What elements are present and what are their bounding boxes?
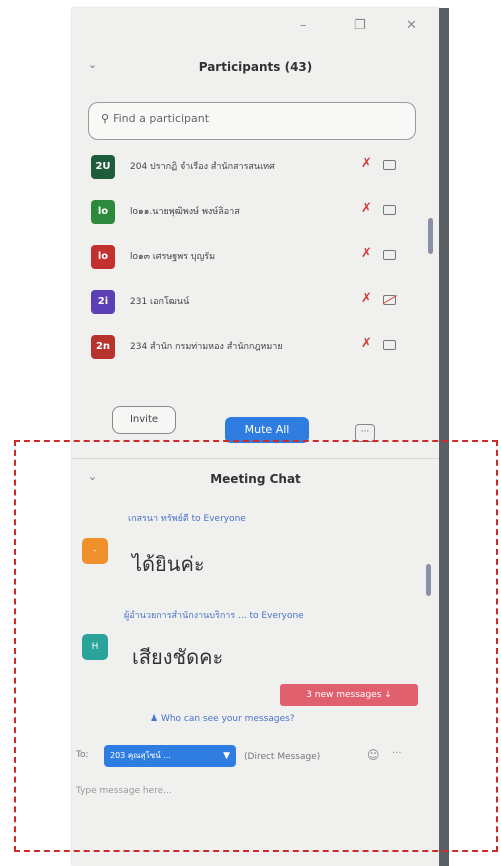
participant-name: lo๑๓ เศรษฐพร บุญรัม xyxy=(130,252,216,262)
chevron-down-icon: ▼ xyxy=(223,751,230,761)
chat-message-text: เสียงชัดคะ xyxy=(132,645,224,669)
avatar: lo xyxy=(91,200,115,224)
avatar: H xyxy=(82,634,108,660)
participant-name: 204 ปรากฏิ จำเรือง สำนักสารสนเทศ xyxy=(130,162,275,172)
chat-input[interactable]: Type message here... xyxy=(76,786,172,796)
participant-row[interactable]: 2n 234 สำนัก กรมท่ามหอง สำนักกฎหมาย ✗ xyxy=(88,328,423,373)
participant-search-input[interactable]: ⚲ Find a participant xyxy=(88,102,416,140)
search-icon: ⚲ xyxy=(101,112,110,125)
who-can-see-label: Who can see your messages? xyxy=(160,714,295,724)
chat-scrollbar[interactable] xyxy=(426,564,431,596)
maximize-icon[interactable]: ❐ xyxy=(354,18,366,33)
chat-sender: เกสรนา ทรัพย์ดี to Everyone xyxy=(128,511,246,525)
window-edge xyxy=(439,8,449,866)
participant-name: 234 สำนัก กรมท่ามหอง สำนักกฎหมาย xyxy=(130,342,283,352)
video-icon[interactable] xyxy=(383,340,396,350)
sender-name: เกสรนา ทรัพย์ดี xyxy=(128,514,189,524)
to-label: To: xyxy=(76,750,89,760)
mute-all-button[interactable]: Mute All xyxy=(225,417,309,443)
mic-muted-icon[interactable]: ✗ xyxy=(361,156,372,171)
recipient-scope: to Everyone xyxy=(191,514,246,524)
participant-row[interactable]: 2U 204 ปรากฏิ จำเรือง สำนักสารสนเทศ ✗ xyxy=(88,148,423,193)
emoji-icon[interactable]: ☺ xyxy=(367,748,380,762)
avatar: 2i xyxy=(91,290,115,314)
participant-list: 2U 204 ปรากฏิ จำเรือง สำนักสารสนเทศ ✗ lo… xyxy=(88,148,423,373)
participants-title: Participants (43) xyxy=(198,60,313,74)
participants-scrollbar[interactable] xyxy=(428,218,433,254)
chat-message-text: ได้ยินค่ะ xyxy=(132,552,205,576)
participant-search-placeholder: Find a participant xyxy=(113,112,210,125)
who-can-see-link[interactable]: ♟ Who can see your messages? xyxy=(150,714,295,724)
mic-muted-icon[interactable]: ✗ xyxy=(361,246,372,261)
title-bar: – ❐ ✕ xyxy=(72,8,439,48)
people-icon: ♟ xyxy=(150,714,159,724)
invite-button[interactable]: Invite xyxy=(112,406,176,434)
video-icon[interactable] xyxy=(383,250,396,260)
close-icon[interactable]: ✕ xyxy=(406,18,417,33)
more-icon[interactable]: ··· xyxy=(392,748,402,759)
panel-divider xyxy=(72,458,439,459)
video-off-icon[interactable] xyxy=(383,295,396,305)
minimize-icon[interactable]: – xyxy=(300,18,307,33)
recipient-scope: to Everyone xyxy=(249,611,304,621)
mic-muted-icon[interactable]: ✗ xyxy=(361,336,372,351)
chat-title: Meeting Chat xyxy=(210,472,301,486)
avatar: 2n xyxy=(91,335,115,359)
avatar: lo xyxy=(91,245,115,269)
participant-row[interactable]: lo lo๑๑.นายพุฒิพงษ์ พงษ์ลิอาส ✗ xyxy=(88,193,423,238)
mic-muted-icon[interactable]: ✗ xyxy=(361,201,372,216)
sender-name: ผู้อำนวยการสำนักงานบริการ ... xyxy=(124,611,247,621)
new-messages-button[interactable]: 3 new messages ↓ xyxy=(280,684,418,706)
more-options-button[interactable]: ··· xyxy=(355,424,375,442)
recipient-dropdown[interactable]: 203 คุณสุโซน์ ... ▼ xyxy=(104,745,236,767)
recipient-value: 203 คุณสุโซน์ ... xyxy=(110,751,171,760)
participant-name: 231 เอกโฒนน์ xyxy=(130,297,190,307)
direct-message-label: (Direct Message) xyxy=(244,752,321,762)
avatar: 2U xyxy=(91,155,115,179)
participant-name: lo๑๑.นายพุฒิพงษ์ พงษ์ลิอาส xyxy=(130,207,240,217)
zoom-window: – ❐ ✕ ⌄ Participants (43) ⚲ Find a partic… xyxy=(72,8,439,866)
chat-sender: ผู้อำนวยการสำนักงานบริการ ... to Everyon… xyxy=(124,608,304,622)
participant-row[interactable]: 2i 231 เอกโฒนน์ ✗ xyxy=(88,283,423,328)
mic-muted-icon[interactable]: ✗ xyxy=(361,291,372,306)
video-icon[interactable] xyxy=(383,205,396,215)
video-icon[interactable] xyxy=(383,160,396,170)
participant-row[interactable]: lo lo๑๓ เศรษฐพร บุญรัม ✗ xyxy=(88,238,423,283)
avatar: - xyxy=(82,538,108,564)
